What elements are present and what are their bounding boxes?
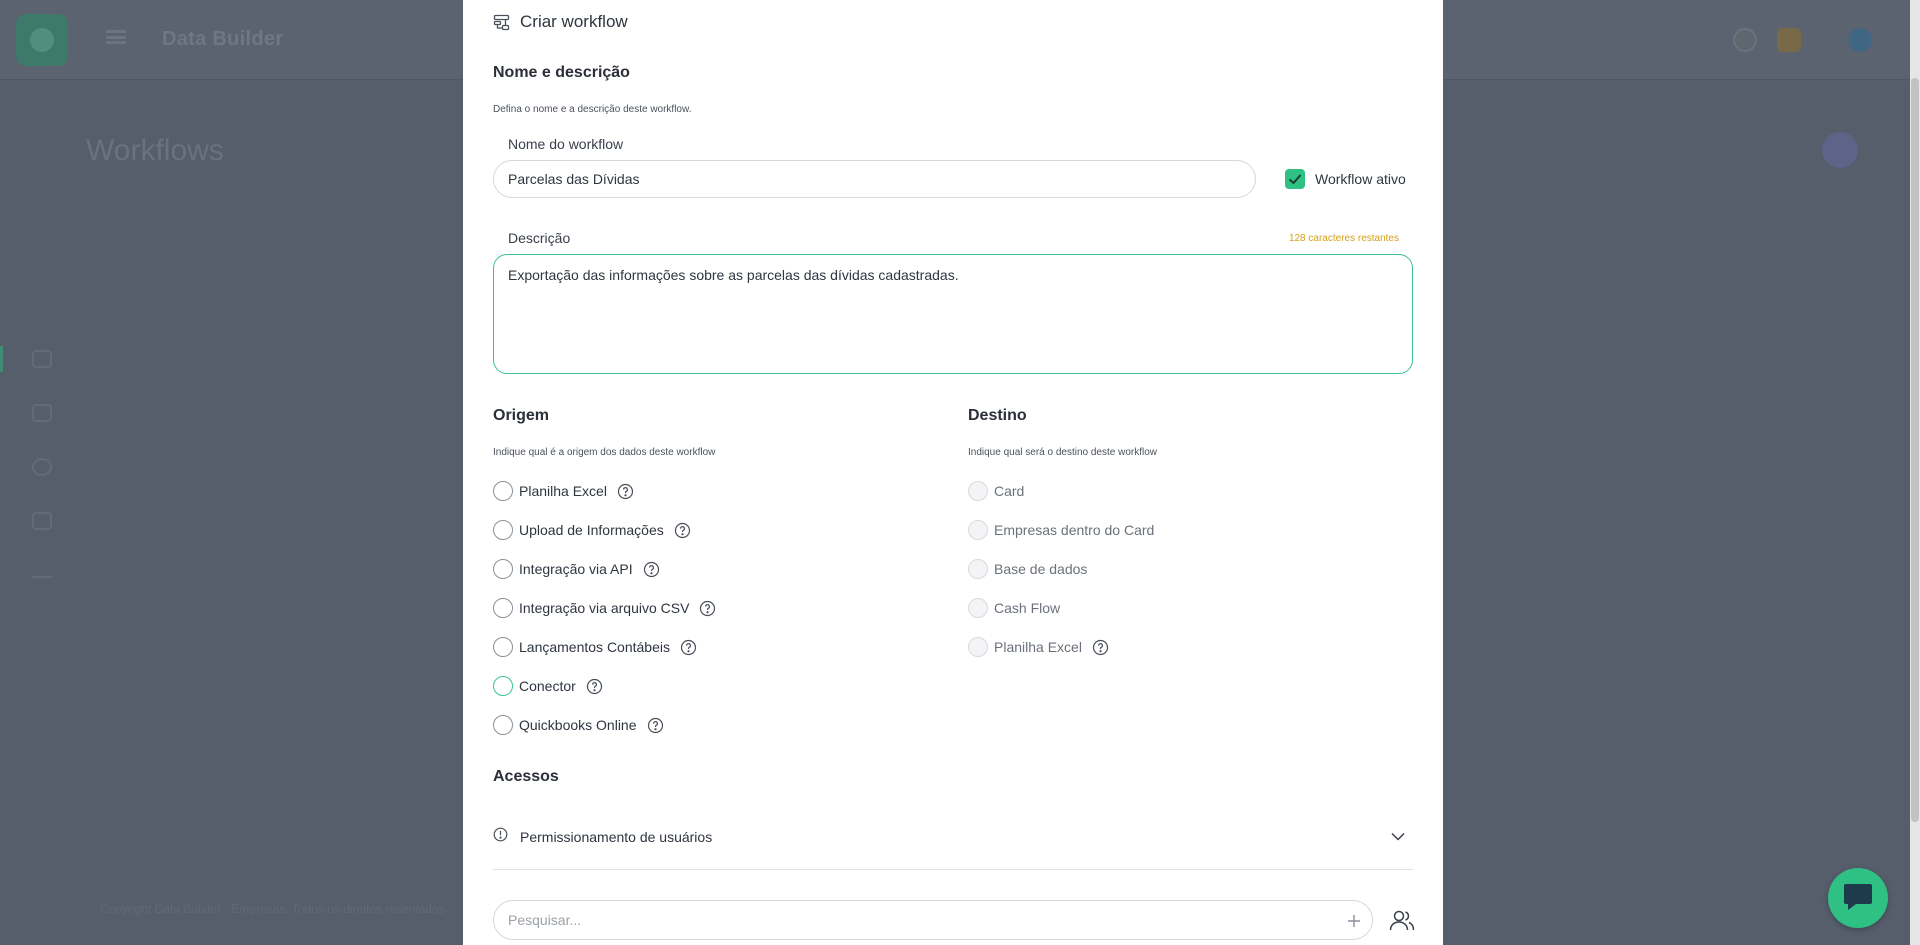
workflow-icon	[493, 14, 510, 31]
question-circle-icon[interactable]	[617, 483, 634, 500]
origin-option-label: Lançamentos Contábeis	[519, 639, 670, 655]
workflow-name-input[interactable]	[493, 160, 1256, 198]
origin-radio[interactable]	[493, 676, 513, 696]
permissions-label: Permissionamento de usuários	[520, 829, 713, 845]
footer-text: Copyright Data Builder - Empresas. Todos…	[100, 902, 445, 916]
notification-icon	[1733, 28, 1757, 52]
origin-option-label: Integração via arquivo CSV	[519, 600, 690, 616]
origin-radio[interactable]	[493, 559, 513, 579]
users-icon[interactable]	[1386, 904, 1418, 936]
question-circle-icon[interactable]	[699, 600, 716, 617]
description-label: Descrição	[508, 230, 571, 246]
page-title: Workflows	[86, 134, 224, 167]
question-circle-icon[interactable]	[674, 522, 691, 539]
user-search-input[interactable]	[508, 901, 1328, 939]
origin-option-label: Integração via API	[519, 561, 633, 577]
info-circle-icon	[493, 827, 508, 847]
chars-remaining: 128 caracteres restantes	[1288, 233, 1399, 244]
user-search-box	[493, 900, 1373, 940]
permissions-accordion[interactable]: Permissionamento de usuários	[493, 816, 1413, 858]
origin-radio[interactable]	[493, 715, 513, 735]
destination-option-planilha-excel[interactable]: Planilha Excel	[968, 637, 1109, 657]
add-workflow-button	[1822, 132, 1858, 168]
destination-radio[interactable]	[968, 598, 988, 618]
chat-bubble-icon	[1842, 881, 1874, 916]
origin-radio[interactable]	[493, 520, 513, 540]
origin-option-lancamentos[interactable]: Lançamentos Contábeis	[493, 637, 697, 657]
question-circle-icon[interactable]	[680, 639, 697, 656]
destination-section-description: Indique qual será o destino deste workfl…	[968, 447, 1158, 458]
destination-option-label: Empresas dentro do Card	[994, 522, 1155, 538]
workflow-active-label: Workflow ativo	[1315, 171, 1406, 187]
origin-option-csv[interactable]: Integração via arquivo CSV	[493, 598, 716, 618]
destination-option-label: Card	[994, 483, 1025, 499]
workflow-name-label: Nome do workflow	[508, 136, 624, 152]
destination-radio[interactable]	[968, 637, 988, 657]
destination-radio[interactable]	[968, 481, 988, 501]
destination-radio[interactable]	[968, 520, 988, 540]
hamburger-menu-icon	[106, 30, 126, 44]
description-textarea[interactable]: Exportação das informações sobre as parc…	[493, 254, 1413, 374]
origin-section-title: Origem	[493, 407, 550, 424]
access-section-title: Acessos	[493, 768, 559, 785]
sidebar-document-icon	[32, 512, 52, 530]
modal-title: Criar workflow	[520, 12, 628, 31]
destination-option-empresas[interactable]: Empresas dentro do Card	[968, 520, 1154, 540]
destination-option-label: Base de dados	[994, 561, 1088, 577]
destination-option-label: Cash Flow	[994, 600, 1061, 616]
modal-header: Criar workflow	[493, 12, 628, 32]
scrollbar[interactable]	[1910, 0, 1920, 945]
destination-option-base-dados[interactable]: Base de dados	[968, 559, 1087, 579]
destination-section-title: Destino	[968, 407, 1027, 424]
sidebar-collapse-icon	[32, 574, 52, 578]
origin-option-quickbooks[interactable]: Quickbooks Online	[493, 715, 664, 735]
question-circle-icon[interactable]	[643, 561, 660, 578]
origin-option-api[interactable]: Integração via API	[493, 559, 660, 579]
origin-option-label: Quickbooks Online	[519, 717, 637, 733]
origin-radio[interactable]	[493, 598, 513, 618]
chat-support-button[interactable]	[1828, 868, 1888, 928]
origin-option-planilha-excel[interactable]: Planilha Excel	[493, 481, 634, 501]
app-title: Data Builder	[162, 28, 284, 50]
origin-radio[interactable]	[493, 481, 513, 501]
chevron-down-icon[interactable]	[1391, 828, 1405, 846]
destination-option-label: Planilha Excel	[994, 639, 1082, 655]
name-section-title: Nome e descrição	[493, 64, 630, 81]
app-logo	[16, 14, 68, 66]
destination-option-cash-flow[interactable]: Cash Flow	[968, 598, 1060, 618]
scrollbar-thumb[interactable]	[1911, 78, 1919, 822]
origin-option-conector[interactable]: Conector	[493, 676, 603, 696]
section-divider	[493, 869, 1413, 870]
workflow-active-checkbox[interactable]	[1285, 169, 1305, 189]
origin-option-label: Planilha Excel	[519, 483, 607, 499]
question-circle-icon[interactable]	[1092, 639, 1109, 656]
sidebar-workflow-icon	[32, 350, 52, 368]
create-workflow-modal: Criar workflow Nome e descrição Defina o…	[463, 0, 1443, 945]
destination-option-card[interactable]: Card	[968, 481, 1024, 501]
workflow-active-toggle[interactable]: Workflow ativo	[1285, 169, 1406, 189]
user-avatar	[1848, 28, 1872, 52]
sidebar-user-icon	[32, 458, 52, 476]
question-circle-icon[interactable]	[586, 678, 603, 695]
sidebar-active-indicator	[0, 346, 3, 372]
destination-radio[interactable]	[968, 559, 988, 579]
sidebar-table-icon	[32, 404, 52, 422]
origin-radio[interactable]	[493, 637, 513, 657]
origin-option-label: Upload de Informações	[519, 522, 664, 538]
name-section-description: Defina o nome e a descrição deste workfl…	[493, 104, 692, 115]
apps-icon	[1777, 28, 1801, 52]
origin-option-upload[interactable]: Upload de Informações	[493, 520, 691, 540]
origin-section-description: Indique qual é a origem dos dados deste …	[493, 447, 716, 458]
origin-option-label: Conector	[519, 678, 576, 694]
plus-icon[interactable]	[1344, 911, 1364, 931]
question-circle-icon[interactable]	[647, 717, 664, 734]
